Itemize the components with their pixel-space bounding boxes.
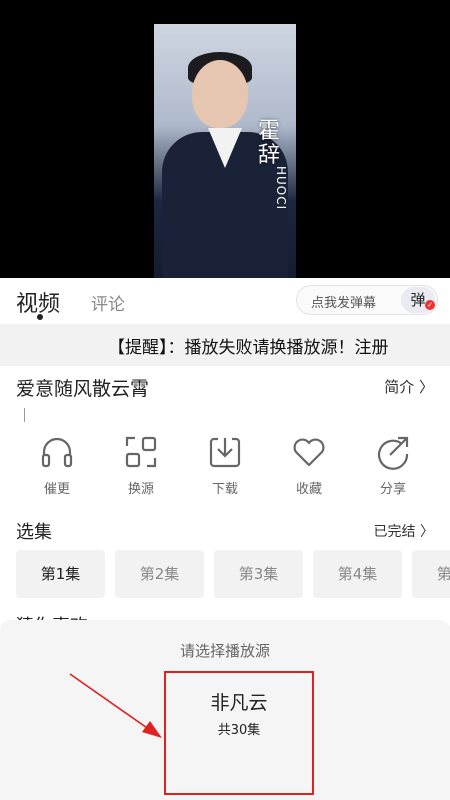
action-bar: 催更 换源 下载 收藏 分享 bbox=[0, 434, 450, 506]
danmu-toggle-label: 弹 bbox=[410, 291, 426, 309]
episode-item[interactable]: 第1集 bbox=[16, 550, 105, 598]
video-frame[interactable]: 霍辞 HUOCI bbox=[154, 24, 296, 278]
favorite-label: 收藏 bbox=[295, 482, 322, 497]
active-tab-indicator bbox=[37, 314, 43, 320]
share-icon bbox=[377, 436, 409, 470]
download-label: 下载 bbox=[211, 482, 238, 497]
tab-comments[interactable]: 评论 bbox=[91, 290, 125, 315]
switch-source-button[interactable]: 换源 bbox=[101, 434, 181, 497]
source-picker-sheet: 请选择播放源 非凡云 共30集 bbox=[0, 620, 450, 800]
source-picker-title: 请选择播放源 bbox=[179, 642, 270, 660]
tabs-bar: 视频 评论 点我发弹幕 弹 ✓ bbox=[0, 278, 450, 324]
text-cursor bbox=[24, 408, 25, 422]
share-button[interactable]: 分享 bbox=[353, 434, 433, 497]
switch-source-icon bbox=[125, 436, 157, 468]
download-icon bbox=[209, 437, 241, 468]
episode-item[interactable]: 第3集 bbox=[214, 550, 303, 598]
urge-update-button[interactable]: 催更 bbox=[17, 434, 97, 497]
video-player[interactable]: 霍辞 HUOCI bbox=[0, 0, 450, 278]
switch-source-label: 换源 bbox=[127, 482, 154, 497]
urge-update-label: 催更 bbox=[43, 482, 70, 497]
headphones-icon bbox=[41, 437, 73, 468]
episode-item[interactable]: 第5集 bbox=[412, 550, 450, 598]
episode-item[interactable]: 第2集 bbox=[115, 550, 204, 598]
episodes-title: 选集 bbox=[16, 522, 52, 543]
video-overlay-subtitle: HUOCI bbox=[274, 166, 288, 211]
episode-item[interactable]: 第4集 bbox=[313, 550, 402, 598]
notice-text: 【提醒】：播放失败请换播放源！注册 bbox=[108, 338, 389, 358]
intro-link[interactable]: 简介 〉 bbox=[384, 376, 434, 397]
episode-list: 第1集 第2集 第3集 第4集 第5集 bbox=[16, 550, 450, 598]
video-person-head bbox=[192, 60, 248, 128]
share-label: 分享 bbox=[379, 482, 406, 497]
danmu-input[interactable]: 点我发弹幕 弹 ✓ bbox=[296, 285, 438, 315]
check-icon: ✓ bbox=[425, 300, 435, 310]
favorite-button[interactable]: 收藏 bbox=[269, 434, 349, 497]
episodes-status-link[interactable]: 已完结 〉 bbox=[374, 521, 434, 541]
download-button[interactable]: 下载 bbox=[185, 434, 265, 497]
danmu-placeholder: 点我发弹幕 bbox=[311, 296, 377, 311]
notice-bar: 【提醒】：播放失败请换播放源！注册 bbox=[0, 324, 450, 366]
detail-content: 爱意随风散云霄 简介 〉 催更 换源 下载 收藏 分享 选集 已完结 〉 第1集… bbox=[0, 366, 450, 637]
video-overlay-title: 霍辞 bbox=[258, 119, 281, 168]
heart-icon bbox=[293, 438, 325, 467]
highlight-box bbox=[164, 671, 314, 795]
show-title: 爱意随风散云霄 bbox=[16, 378, 150, 400]
